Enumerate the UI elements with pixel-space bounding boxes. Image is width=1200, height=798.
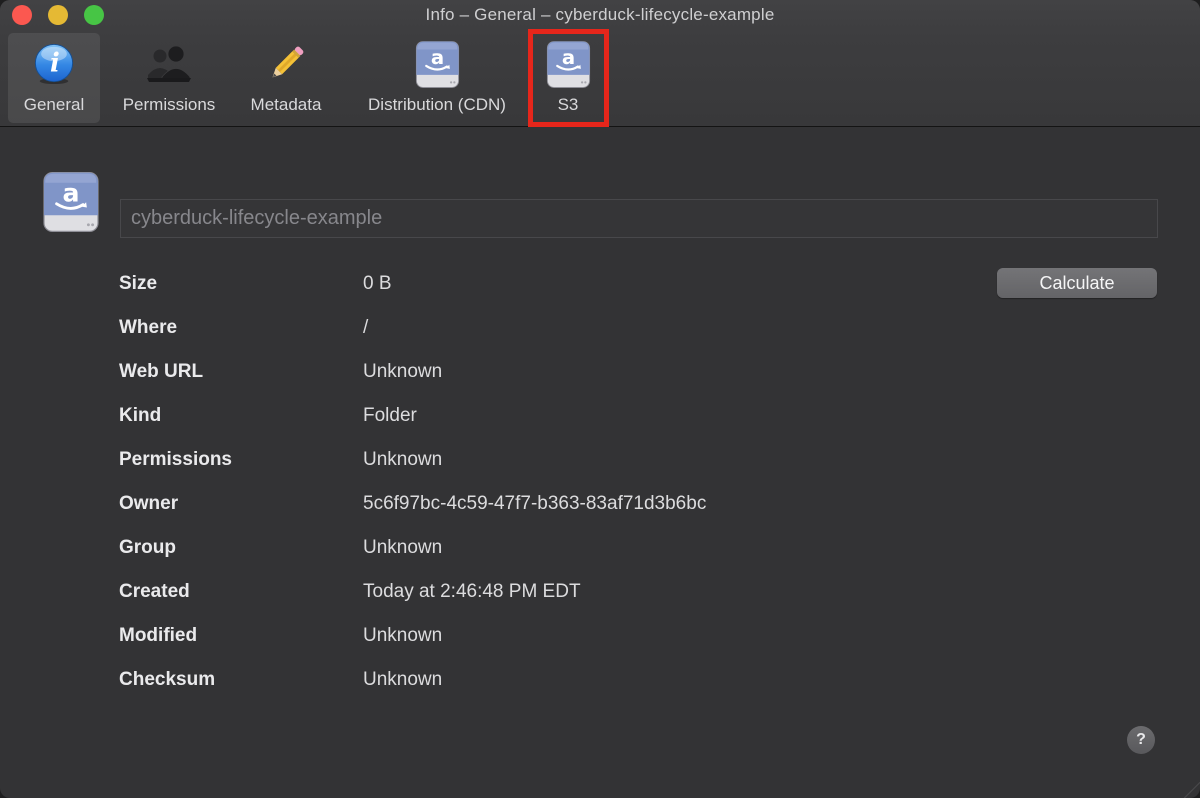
row-web-url: Web URL Unknown	[119, 350, 999, 394]
row-kind: Kind Folder	[119, 394, 999, 438]
tab-permissions-label: Permissions	[123, 95, 216, 115]
tab-s3-label: S3	[558, 95, 579, 115]
row-group: Group Unknown	[119, 526, 999, 570]
window-title: Info – General – cyberduck-lifecycle-exa…	[0, 0, 1200, 30]
row-permissions: Permissions Unknown	[119, 438, 999, 482]
row-where-label: Where	[119, 317, 363, 339]
details-list: Size 0 B Where / Web URL Unknown Kind Fo…	[119, 262, 999, 702]
tab-distribution-cdn[interactable]: Distribution (CDN)	[340, 33, 534, 123]
row-where: Where /	[119, 306, 999, 350]
filename-input[interactable]	[120, 199, 1158, 238]
row-permissions-value: Unknown	[363, 449, 442, 471]
help-button[interactable]: ?	[1127, 726, 1155, 754]
amazon-drive-icon	[415, 38, 460, 90]
row-where-value: /	[363, 317, 368, 339]
row-owner-value: 5c6f97bc-4c59-47f7-b363-83af71d3b6bc	[363, 493, 706, 515]
row-size-label: Size	[119, 273, 363, 295]
row-owner-label: Owner	[119, 493, 363, 515]
tab-general-label: General	[24, 95, 84, 115]
row-modified: Modified Unknown	[119, 614, 999, 658]
tab-distribution-cdn-label: Distribution (CDN)	[368, 95, 506, 115]
tab-metadata[interactable]: Metadata	[237, 33, 335, 123]
file-amazon-drive-icon	[42, 172, 100, 232]
tab-s3[interactable]: S3	[537, 33, 599, 123]
close-button[interactable]	[12, 5, 32, 25]
resize-handle[interactable]	[1184, 782, 1200, 798]
calculate-button[interactable]: Calculate	[997, 268, 1157, 298]
row-permissions-label: Permissions	[119, 449, 363, 471]
minimize-button[interactable]	[48, 5, 68, 25]
row-checksum-label: Checksum	[119, 669, 363, 691]
info-window: Info – General – cyberduck-lifecycle-exa…	[0, 0, 1200, 798]
row-created-label: Created	[119, 581, 363, 603]
pencil-icon	[263, 38, 309, 90]
info-icon: i	[33, 38, 75, 90]
row-modified-label: Modified	[119, 625, 363, 647]
row-modified-value: Unknown	[363, 625, 442, 647]
row-size: Size 0 B	[119, 262, 999, 306]
row-created-value: Today at 2:46:48 PM EDT	[363, 581, 581, 603]
row-group-value: Unknown	[363, 537, 442, 559]
tab-general[interactable]: i General	[8, 33, 100, 123]
amazon-drive-icon	[546, 38, 591, 90]
row-kind-value: Folder	[363, 405, 417, 427]
row-size-value: 0 B	[363, 273, 392, 295]
row-web-url-value: Unknown	[363, 361, 442, 383]
tab-permissions[interactable]: Permissions	[104, 33, 234, 123]
row-checksum: Checksum Unknown	[119, 658, 999, 702]
row-checksum-value: Unknown	[363, 669, 442, 691]
row-kind-label: Kind	[119, 405, 363, 427]
row-web-url-label: Web URL	[119, 361, 363, 383]
row-owner: Owner 5c6f97bc-4c59-47f7-b363-83af71d3b6…	[119, 482, 999, 526]
window-chrome: Info – General – cyberduck-lifecycle-exa…	[0, 0, 1200, 127]
titlebar: Info – General – cyberduck-lifecycle-exa…	[0, 0, 1200, 30]
people-icon	[144, 38, 194, 90]
row-created: Created Today at 2:46:48 PM EDT	[119, 570, 999, 614]
row-group-label: Group	[119, 537, 363, 559]
zoom-button[interactable]	[84, 5, 104, 25]
tab-metadata-label: Metadata	[251, 95, 322, 115]
traffic-lights	[12, 5, 104, 25]
svg-text:i: i	[50, 49, 60, 79]
